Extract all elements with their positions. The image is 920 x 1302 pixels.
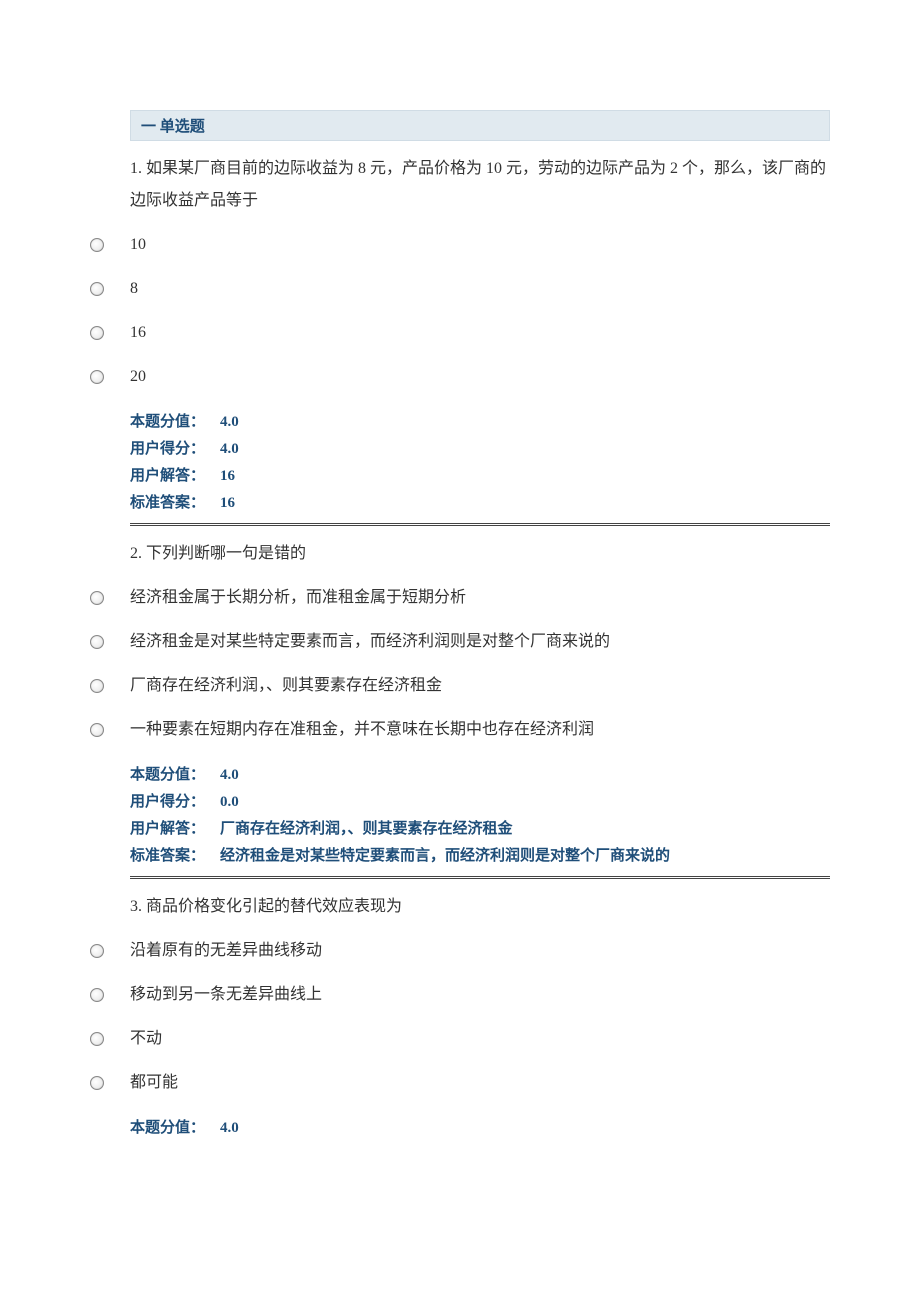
user-answer-label: 用户解答：: [130, 816, 220, 843]
option-row[interactable]: 20: [90, 361, 830, 393]
option-row[interactable]: 经济租金是对某些特定要素而言，而经济利润则是对整个厂商来说的: [90, 626, 830, 658]
correct-answer-value: 16: [220, 490, 830, 517]
user-answer-value: 厂商存在经济利润，、则其要素存在经济租金: [220, 816, 830, 843]
option-text: 沿着原有的无差异曲线移动: [130, 935, 830, 967]
correct-answer-value: 经济租金是对某些特定要素而言，而经济利润则是对整个厂商来说的: [220, 843, 830, 870]
user-answer-label: 用户解答：: [130, 463, 220, 490]
radio-cell[interactable]: [90, 679, 130, 693]
page-container: 一 单选题 1. 如果某厂商目前的边际收益为 8 元，产品价格为 10 元，劳动…: [0, 0, 920, 1182]
option-text: 一种要素在短期内存在准租金，并不意味在长期中也存在经济利润: [130, 714, 830, 746]
option-text: 都可能: [130, 1067, 830, 1099]
option-row[interactable]: 10: [90, 229, 830, 261]
option-text: 10: [130, 229, 830, 261]
question-number: 1.: [130, 160, 142, 177]
option-row[interactable]: 厂商存在经济利润，、则其要素存在经济租金: [90, 670, 830, 702]
result-block: 本题分值： 4.0: [130, 1115, 830, 1142]
divider: [130, 523, 830, 526]
radio-cell[interactable]: [90, 944, 130, 958]
radio-icon: [90, 1076, 104, 1090]
option-text: 16: [130, 317, 830, 349]
option-row[interactable]: 8: [90, 273, 830, 305]
option-text: 经济租金是对某些特定要素而言，而经济利润则是对整个厂商来说的: [130, 626, 830, 658]
user-score-value: 4.0: [220, 436, 830, 463]
radio-icon: [90, 944, 104, 958]
radio-icon: [90, 1032, 104, 1046]
option-row[interactable]: 经济租金属于长期分析，而准租金属于短期分析: [90, 582, 830, 614]
divider: [130, 876, 830, 879]
user-answer-value: 16: [220, 463, 830, 490]
radio-cell[interactable]: [90, 238, 130, 252]
radio-cell[interactable]: [90, 723, 130, 737]
radio-cell[interactable]: [90, 370, 130, 384]
option-text: 不动: [130, 1023, 830, 1055]
option-text: 厂商存在经济利润，、则其要素存在经济租金: [130, 670, 830, 702]
score-value: 4.0: [220, 762, 830, 789]
option-row[interactable]: 不动: [90, 1023, 830, 1055]
radio-cell[interactable]: [90, 635, 130, 649]
radio-cell[interactable]: [90, 591, 130, 605]
option-text: 20: [130, 361, 830, 393]
question-number: 3.: [130, 898, 142, 915]
question-stem: 下列判断哪一句是错的: [146, 545, 306, 562]
radio-cell[interactable]: [90, 1076, 130, 1090]
radio-cell[interactable]: [90, 1032, 130, 1046]
score-label: 本题分值：: [130, 409, 220, 436]
option-row[interactable]: 一种要素在短期内存在准租金，并不意味在长期中也存在经济利润: [90, 714, 830, 746]
option-text: 移动到另一条无差异曲线上: [130, 979, 830, 1011]
result-block: 本题分值： 4.0 用户得分： 0.0 用户解答： 厂商存在经济利润，、则其要素…: [130, 762, 830, 870]
correct-answer-label: 标准答案：: [130, 843, 220, 870]
option-row[interactable]: 16: [90, 317, 830, 349]
question-text: 2. 下列判断哪一句是错的: [130, 538, 830, 570]
score-value: 4.0: [220, 1115, 830, 1142]
score-label: 本题分值：: [130, 762, 220, 789]
radio-icon: [90, 370, 104, 384]
radio-cell[interactable]: [90, 988, 130, 1002]
radio-cell[interactable]: [90, 282, 130, 296]
radio-icon: [90, 723, 104, 737]
user-score-label: 用户得分：: [130, 789, 220, 816]
question-text: 1. 如果某厂商目前的边际收益为 8 元，产品价格为 10 元，劳动的边际产品为…: [130, 153, 830, 217]
score-value: 4.0: [220, 409, 830, 436]
correct-answer-label: 标准答案：: [130, 490, 220, 517]
radio-icon: [90, 282, 104, 296]
section-header: 一 单选题: [130, 110, 830, 141]
user-score-label: 用户得分：: [130, 436, 220, 463]
result-block: 本题分值： 4.0 用户得分： 4.0 用户解答： 16 标准答案： 16: [130, 409, 830, 517]
radio-icon: [90, 326, 104, 340]
score-label: 本题分值：: [130, 1115, 220, 1142]
question-stem: 如果某厂商目前的边际收益为 8 元，产品价格为 10 元，劳动的边际产品为 2 …: [130, 160, 826, 209]
radio-icon: [90, 635, 104, 649]
question-text: 3. 商品价格变化引起的替代效应表现为: [130, 891, 830, 923]
radio-icon: [90, 591, 104, 605]
radio-icon: [90, 238, 104, 252]
option-row[interactable]: 沿着原有的无差异曲线移动: [90, 935, 830, 967]
option-text: 经济租金属于长期分析，而准租金属于短期分析: [130, 582, 830, 614]
question-number: 2.: [130, 545, 142, 562]
option-row[interactable]: 都可能: [90, 1067, 830, 1099]
radio-icon: [90, 679, 104, 693]
option-text: 8: [130, 273, 830, 305]
user-score-value: 0.0: [220, 789, 830, 816]
radio-cell[interactable]: [90, 326, 130, 340]
option-row[interactable]: 移动到另一条无差异曲线上: [90, 979, 830, 1011]
radio-icon: [90, 988, 104, 1002]
question-stem: 商品价格变化引起的替代效应表现为: [146, 898, 402, 915]
